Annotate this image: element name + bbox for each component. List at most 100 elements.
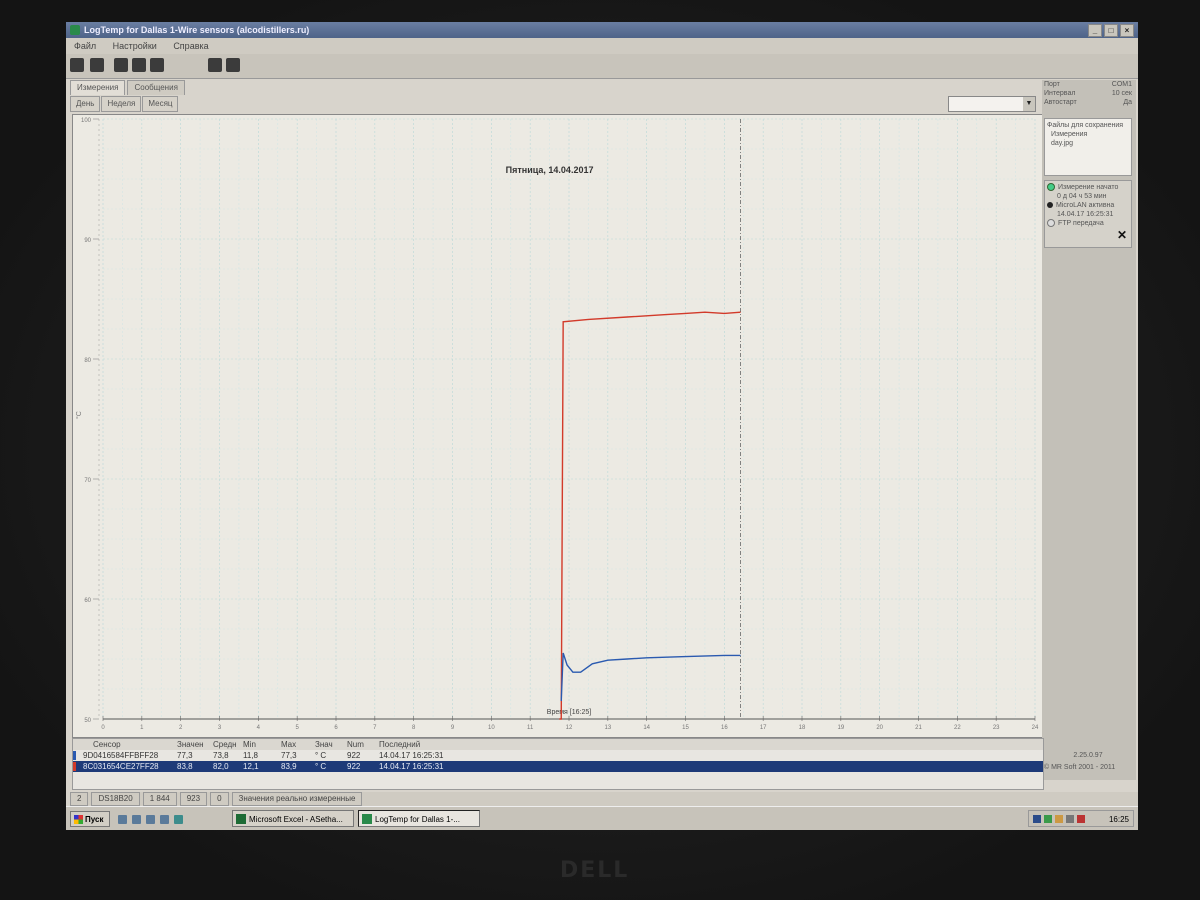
minimize-button[interactable]: _ (1088, 24, 1102, 37)
x-tick-label: 2 (179, 725, 183, 731)
windows-logo-icon (74, 815, 83, 824)
x-tick-label: 22 (954, 725, 961, 731)
temperature-chart[interactable]: 100 90 80 70 60 50 0 1 2 3 4 5 6 7 8 9 10 11 12 13 14 15 16 17 1… (72, 114, 1044, 738)
x-tick-label: 10 (488, 725, 495, 731)
version-label: 2.25.0.97 (1073, 752, 1103, 759)
x-tick-label: 16 (721, 725, 728, 731)
tab-messages[interactable]: Сообщения (127, 80, 185, 95)
toolbar (66, 54, 1138, 79)
table-row[interactable]: 8C031654CE27FF28 83,8 82,0 12,1 83,9 ° C… (73, 761, 1043, 772)
x-tick-label: 0 (101, 725, 105, 731)
chart-svg: 10090807060500 1 2 3 4 5 6 7 8 9 10 11 12 13 14 15 16 17 1… (75, 118, 1039, 731)
task-label: LogTemp for Dallas 1-... (375, 815, 460, 824)
menu-settings[interactable]: Настройки (113, 41, 157, 51)
menu-file[interactable]: Файл (74, 41, 96, 51)
tray-icon[interactable] (1077, 815, 1085, 823)
cell-value: 77,3 (177, 751, 193, 760)
sensor-table: Сенсор Значен Средн Min Max Знач Num Пос… (72, 738, 1044, 790)
right-panel: Порт COM1 Интервал 10 сек Автостарт Да Файл… (1042, 80, 1136, 780)
col-num[interactable]: Num (347, 739, 379, 750)
info-label: Интервал (1044, 90, 1076, 97)
col-unit[interactable]: Знач (315, 739, 347, 750)
info-icon[interactable] (132, 58, 146, 72)
status-dot-icon (1047, 202, 1053, 209)
start-button[interactable]: Пуск (70, 811, 110, 827)
col-min[interactable]: Min (243, 739, 281, 750)
taskbar: Пуск Microsoft Excel - ASetha... LogTemp… (66, 806, 1138, 830)
tab-month[interactable]: Месяц (142, 96, 179, 112)
tray-icon[interactable] (1055, 815, 1063, 823)
x-tick-label: 17 (760, 725, 767, 731)
x-tick-label: 12 (566, 725, 573, 731)
col-max[interactable]: Max (281, 739, 315, 750)
close-button[interactable]: × (1120, 24, 1134, 37)
sensor-color-flag (73, 751, 76, 760)
col-value[interactable]: Значен (177, 739, 213, 750)
close-icon[interactable]: ✕ (1117, 229, 1127, 241)
cell-max: 77,3 (281, 751, 297, 760)
task-excel[interactable]: Microsoft Excel - ASetha... (232, 810, 354, 827)
quicklaunch-icon[interactable] (146, 815, 155, 824)
x-tick-label: 3 (218, 725, 222, 731)
settings-info: Порт COM1 Интервал 10 сек Автостарт Да (1044, 80, 1132, 107)
tab-day[interactable]: День (70, 96, 101, 112)
network-icon[interactable] (1044, 815, 1052, 823)
status-field: 923 (179, 792, 208, 806)
y-tick-label: 50 (84, 718, 91, 724)
sensor-color-flag (73, 762, 76, 771)
tab-measurements[interactable]: Измерения (70, 80, 126, 95)
cell-min: 11,8 (243, 751, 258, 760)
quicklaunch-icon[interactable] (174, 815, 183, 824)
menu-help[interactable]: Справка (173, 41, 208, 51)
stop-icon[interactable] (150, 58, 164, 72)
cell-min: 12,1 (243, 762, 259, 771)
x-tick-label: 18 (799, 725, 806, 731)
language-icon[interactable] (1033, 815, 1041, 823)
y-tick-label: 80 (84, 358, 91, 364)
window-titlebar[interactable]: LogTemp for Dallas 1-Wire sensors (alcod… (66, 22, 1138, 38)
sensor-icon[interactable] (90, 58, 104, 72)
status-sensor-count: 2 (70, 792, 89, 806)
volume-icon[interactable] (1066, 815, 1074, 823)
cell-last: 14.04.17 16:25:31 (379, 762, 444, 771)
col-avg[interactable]: Средн (213, 739, 243, 750)
info-value: Да (1123, 99, 1132, 106)
quicklaunch-icon[interactable] (160, 815, 169, 824)
quicklaunch-icon[interactable] (118, 815, 127, 824)
settings-icon[interactable] (208, 58, 222, 72)
col-sensor[interactable]: Сенсор (83, 739, 177, 750)
period-select[interactable]: ▼ (948, 96, 1036, 112)
x-tick-label: 13 (604, 725, 611, 731)
status-sub: 14.04.17 16:25:31 (1057, 211, 1114, 218)
status-field: 1 844 (142, 792, 177, 806)
file-item[interactable]: day.jpg (1047, 139, 1129, 148)
window-title: LogTemp for Dallas 1-Wire sensors (alcod… (84, 25, 310, 35)
table-row[interactable]: 9D0416584FFBFF28 77,3 73,8 11,8 77,3 ° C… (73, 750, 1043, 761)
quicklaunch-icon[interactable] (132, 815, 141, 824)
col-last[interactable]: Последний (379, 739, 449, 750)
chart-title: Пятница, 14.04.2017 (506, 165, 594, 175)
tab-week[interactable]: Неделя (101, 96, 142, 112)
x-tick-label: 23 (993, 725, 1000, 731)
status-dot-icon (1047, 183, 1055, 192)
excel-icon (236, 814, 246, 824)
x-tick-label: 14 (643, 725, 650, 731)
x-tick-label: 15 (682, 725, 689, 731)
file-item[interactable]: Измерения (1047, 130, 1129, 139)
x-tick-label: 24 (1032, 725, 1039, 731)
maximize-button[interactable]: □ (1104, 24, 1118, 37)
start-icon[interactable] (114, 58, 128, 72)
cell-num: 922 (347, 762, 361, 771)
status-list: Измерение начато 0 д 04 ч 53 мин MicroLA… (1044, 180, 1132, 248)
y-tick-label: 70 (84, 478, 91, 484)
task-logtemp[interactable]: LogTemp for Dallas 1-... (358, 810, 480, 827)
cell-unit: ° C (315, 762, 327, 771)
app-icon (70, 25, 80, 35)
cell-unit: ° C (315, 751, 327, 760)
cell-sensor: 9D0416584FFBFF28 (83, 751, 159, 760)
print-icon[interactable] (226, 58, 240, 72)
x-tick-label: 21 (915, 725, 922, 731)
save-icon[interactable] (70, 58, 84, 72)
chevron-down-icon[interactable]: ▼ (1023, 97, 1035, 111)
status-dot-icon (1047, 219, 1055, 228)
